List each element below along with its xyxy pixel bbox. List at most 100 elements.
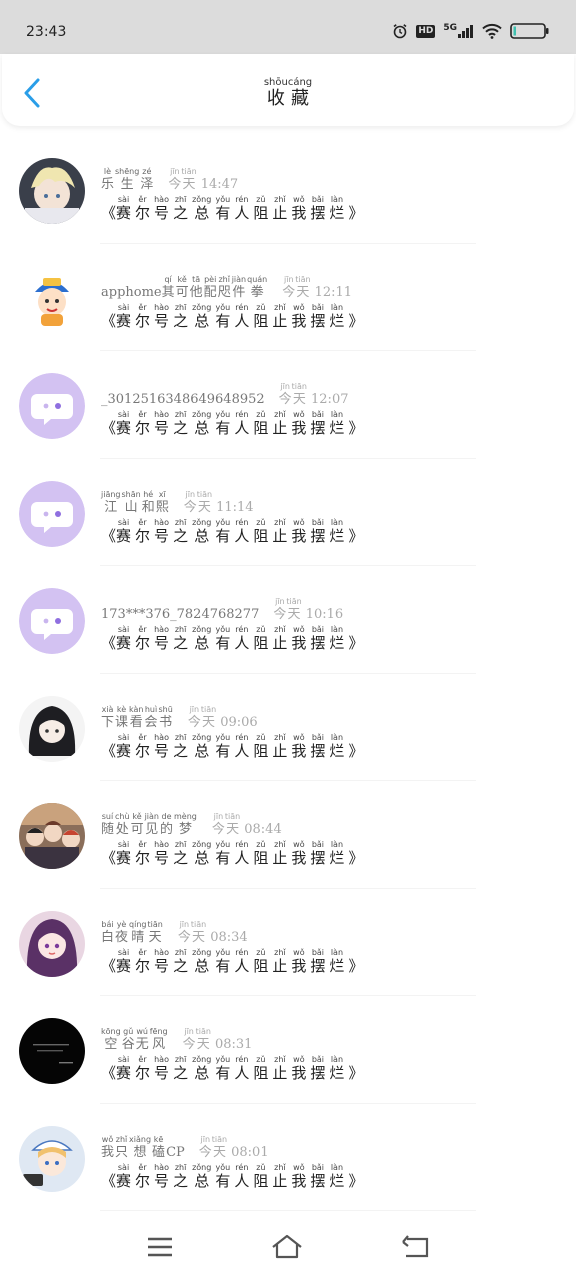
avatar[interactable] — [19, 158, 85, 224]
back-icon — [402, 1235, 429, 1258]
message-title: 《 sài 赛 ěr 尔 hào 号 zhī 之 zǒng 总 yǒu 有 rén 人 zǔ 阻 zhǐ 止 wǒ 我 b… — [101, 841, 363, 866]
avatar[interactable] — [19, 480, 85, 547]
ruby-char: tiān 天 — [195, 1027, 211, 1052]
avatar[interactable] — [19, 1125, 85, 1192]
ruby-char: bǎi 摆 — [310, 1162, 326, 1190]
ruby-char: zhǐ 止 — [272, 732, 288, 760]
avatar[interactable] — [19, 588, 85, 654]
ruby-char: shū 书 — [158, 704, 173, 730]
ruby-char: jīn 今 — [282, 274, 296, 300]
title-char: shōu 收 — [263, 77, 288, 109]
avatar[interactable] — [19, 373, 85, 439]
ruby-char: wǒ 我 — [291, 625, 307, 652]
close-bracket: 》 — [348, 419, 364, 437]
ruby-char: tiān 天 — [200, 704, 217, 730]
ruby-char: rén 人 — [234, 1055, 250, 1082]
avatar[interactable] — [19, 910, 85, 977]
ruby-char: jīn 今 — [177, 919, 191, 945]
ruby-char: ěr 尔 — [135, 1055, 151, 1082]
close-bracket: 》 — [348, 956, 364, 975]
message-title: 《 sài 赛 ěr 尔 hào 号 zhī 之 zǒng 总 yǒu 有 rén 人 zǔ 阻 zhǐ 止 wǒ 我 b… — [101, 1162, 363, 1190]
ruby-char: zǔ 阻 — [253, 840, 269, 867]
ruby-char: rén 人 — [234, 517, 250, 545]
ruby-char: sài 赛 — [116, 517, 132, 545]
ruby-char: fēng 风 — [149, 1027, 168, 1052]
status-time: 23:43 — [26, 24, 67, 40]
timestamp: jīn 今 tiān 天 09:06 — [187, 704, 258, 730]
item-meta: bái 白 yè 夜 qíng 晴 tiān 天 jīn 今 tiān 天 08:34 — [101, 919, 248, 945]
ruby-char: sài 赛 — [116, 625, 132, 652]
ruby-char: zhǐ 止 — [272, 195, 288, 222]
header: shōu 收 cáng 藏 — [2, 54, 574, 126]
list-item[interactable]: wǒ 我 zhǐ 只 xiǎng 想 kē 磕 CP jīn 今 tiān 天 08:01 《 sài 赛 ě… — [0, 1104, 576, 1212]
ruby-char: wǒ 我 — [291, 1055, 307, 1082]
home-icon — [272, 1234, 302, 1259]
ruby-char: hào 号 — [154, 732, 170, 760]
list-item[interactable]: lè 乐 shēng 生 zé 泽 jīn 今 tiān 天 14:47 《 sài 赛 ěr 尔 hào 号… — [0, 136, 576, 244]
ruby-char: zé 泽 — [140, 167, 154, 192]
list-item[interactable]: suí 随 chù 处 kě 可 jiàn 见 de 的 mèng 梦 jīn 今 tiān 天 08:44 … — [0, 781, 576, 889]
list-item[interactable]: bái 白 yè 夜 qíng 晴 tiān 天 jīn 今 tiān 天 08:34 《 sài 赛 ěr… — [0, 889, 576, 997]
ruby-char: zhī 之 — [173, 947, 189, 975]
ruby-char: zhī 之 — [173, 1055, 189, 1082]
time-text: 10:16 — [305, 607, 344, 622]
ruby-char: zhǐ 只 — [115, 1134, 129, 1160]
open-bracket: 《 — [101, 634, 117, 652]
ruby-char: sài 赛 — [116, 1162, 132, 1190]
avatar[interactable] — [19, 265, 85, 332]
open-bracket: 《 — [101, 1064, 117, 1082]
time-text: 14:47 — [200, 177, 239, 192]
list-item[interactable]: jiāng 江 shān 山 hé 和 xī 熙 jīn 今 tiān 天 11:14 《 sài 赛 ěr… — [0, 459, 576, 567]
ruby-char: làn 烂 — [329, 517, 345, 545]
timestamp: jīn 今 tiān 天 12:11 — [282, 274, 352, 300]
ruby-char: tiān 天 — [211, 1134, 228, 1160]
ruby-char: kě 可 — [130, 812, 144, 837]
ruby-char: zhǐ 止 — [272, 947, 288, 975]
ruby-char: tiān 天 — [286, 597, 302, 622]
ruby-char: sài 赛 — [116, 947, 132, 975]
ruby-char: wǒ 我 — [101, 1134, 115, 1160]
time-text: 08:31 — [214, 1037, 253, 1052]
ruby-char: yǒu 有 — [215, 1055, 231, 1082]
ruby-char: zǔ 阻 — [253, 732, 269, 760]
ruby-char: wǒ 我 — [291, 1162, 307, 1190]
ruby-char: chù 处 — [115, 812, 130, 837]
ruby-char: bǎi 摆 — [310, 195, 326, 222]
list-item[interactable]: kōng 空 gǔ 谷 wú 无 fēng 风 jīn 今 tiān 天 08:31 《 sài 赛 ěr 尔… — [0, 996, 576, 1104]
ruby-char: bǎi 摆 — [310, 302, 326, 330]
ruby-char: jīn 今 — [211, 812, 225, 837]
ruby-char: zhǐ 止 — [272, 410, 288, 437]
ruby-char: ěr 尔 — [135, 625, 151, 652]
list-item[interactable]: _3012516348649648952 jīn 今 tiān 天 12:07 《 sài… — [0, 351, 576, 459]
ruby-char: yǒu 有 — [215, 1162, 231, 1190]
open-bracket: 《 — [101, 1171, 117, 1190]
avatar[interactable] — [19, 695, 85, 762]
avatar[interactable] — [19, 1018, 85, 1084]
open-bracket: 《 — [101, 956, 117, 975]
item-meta: 173***376_7824768277 jīn 今 tiān 天 10:16 — [101, 597, 344, 622]
ruby-char: ěr 尔 — [135, 1162, 151, 1190]
close-bracket: 》 — [348, 634, 364, 652]
ruby-char: zǔ 阻 — [253, 625, 269, 652]
list-item[interactable]: 173***376_7824768277 jīn 今 tiān 天 10:16 《 sài… — [0, 566, 576, 674]
message-title: 《 sài 赛 ěr 尔 hào 号 zhī 之 zǒng 总 yǒu 有 rén 人 zǔ 阻 zhǐ 止 wǒ 我 b… — [101, 302, 364, 330]
ruby-char: zhī 之 — [173, 195, 189, 222]
list-item[interactable]: xià 下 kè 课 kàn 看 huì 会 shū 书 jīn 今 tiān 天 09:06 《 sài 赛… — [0, 674, 576, 782]
ruby-char: jīn 今 — [187, 704, 201, 730]
home-button[interactable] — [270, 1232, 304, 1262]
ruby-char: zhī 之 — [173, 732, 189, 760]
ruby-char: lè 乐 — [101, 167, 115, 192]
list-item[interactable]: apphome qí 其 kě 可 tā 他 pèi 配 zhǐ 咫 jiàn 件 quán 拳 jīn 今 t… — [0, 244, 576, 352]
open-bracket: 《 — [101, 204, 117, 222]
avatar[interactable] — [19, 803, 85, 869]
username-text: _3012516348649648952 — [101, 392, 265, 407]
ruby-char: hào 号 — [154, 947, 170, 975]
menu-button[interactable] — [143, 1232, 177, 1262]
bottom-navigation — [0, 1214, 576, 1280]
username: bái 白 yè 夜 qíng 晴 tiān 天 — [101, 920, 164, 944]
ruby-char: jīn 今 — [198, 1134, 212, 1160]
system-back-button[interactable] — [399, 1232, 433, 1262]
close-bracket: 》 — [348, 311, 364, 330]
ruby-char: zǒng 总 — [192, 947, 212, 975]
ruby-char: kě 可 — [175, 274, 189, 300]
